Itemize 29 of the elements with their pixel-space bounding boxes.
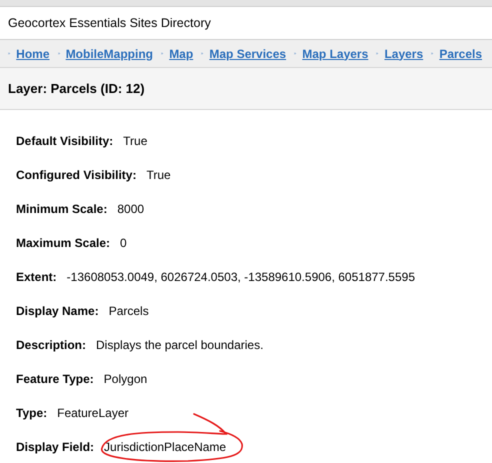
breadcrumb-link[interactable]: Map Services bbox=[209, 44, 286, 62]
breadcrumb-link[interactable]: Home bbox=[16, 44, 50, 62]
breadcrumb-link[interactable]: Map Layers bbox=[302, 44, 368, 62]
property-label: Description: bbox=[16, 337, 86, 354]
property-label: Extent: bbox=[16, 269, 57, 286]
breadcrumb-link[interactable]: Parcels bbox=[439, 44, 482, 62]
window-title: Geocortex Essentials Sites Directory bbox=[8, 14, 211, 32]
property-value: Polygon bbox=[104, 372, 148, 386]
breadcrumb-link[interactable]: Layers bbox=[384, 44, 424, 62]
property-value: 0 bbox=[120, 236, 127, 250]
property-value: JurisdictionPlaceName bbox=[104, 440, 226, 454]
property-value: Displays the parcel boundaries. bbox=[96, 338, 264, 352]
property-label: Minimum Scale: bbox=[16, 201, 108, 218]
breadcrumb-link[interactable]: Map bbox=[169, 44, 194, 62]
property-value: FeatureLayer bbox=[57, 406, 128, 420]
breadcrumb-link[interactable]: MobileMapping bbox=[66, 44, 154, 62]
page-heading: Layer: Parcels (ID: 12) bbox=[8, 80, 145, 98]
property-value: True bbox=[123, 134, 148, 148]
property-value: -13608053.0049, 6026724.0503, -13589610.5906, 6051877.5595 bbox=[66, 270, 415, 284]
property-value: 8000 bbox=[117, 202, 144, 216]
property-value: True bbox=[146, 168, 171, 182]
property-label: Type: bbox=[16, 405, 48, 422]
property-label: Configured Visibility: bbox=[16, 167, 136, 184]
property-label: Display Field: bbox=[16, 439, 94, 456]
property-label: Maximum Scale: bbox=[16, 235, 110, 252]
property-label: Display Name: bbox=[16, 303, 99, 320]
property-value: Parcels bbox=[108, 304, 149, 318]
property-label: Default Visibility: bbox=[16, 133, 114, 150]
property-label: Feature Type: bbox=[16, 371, 94, 388]
